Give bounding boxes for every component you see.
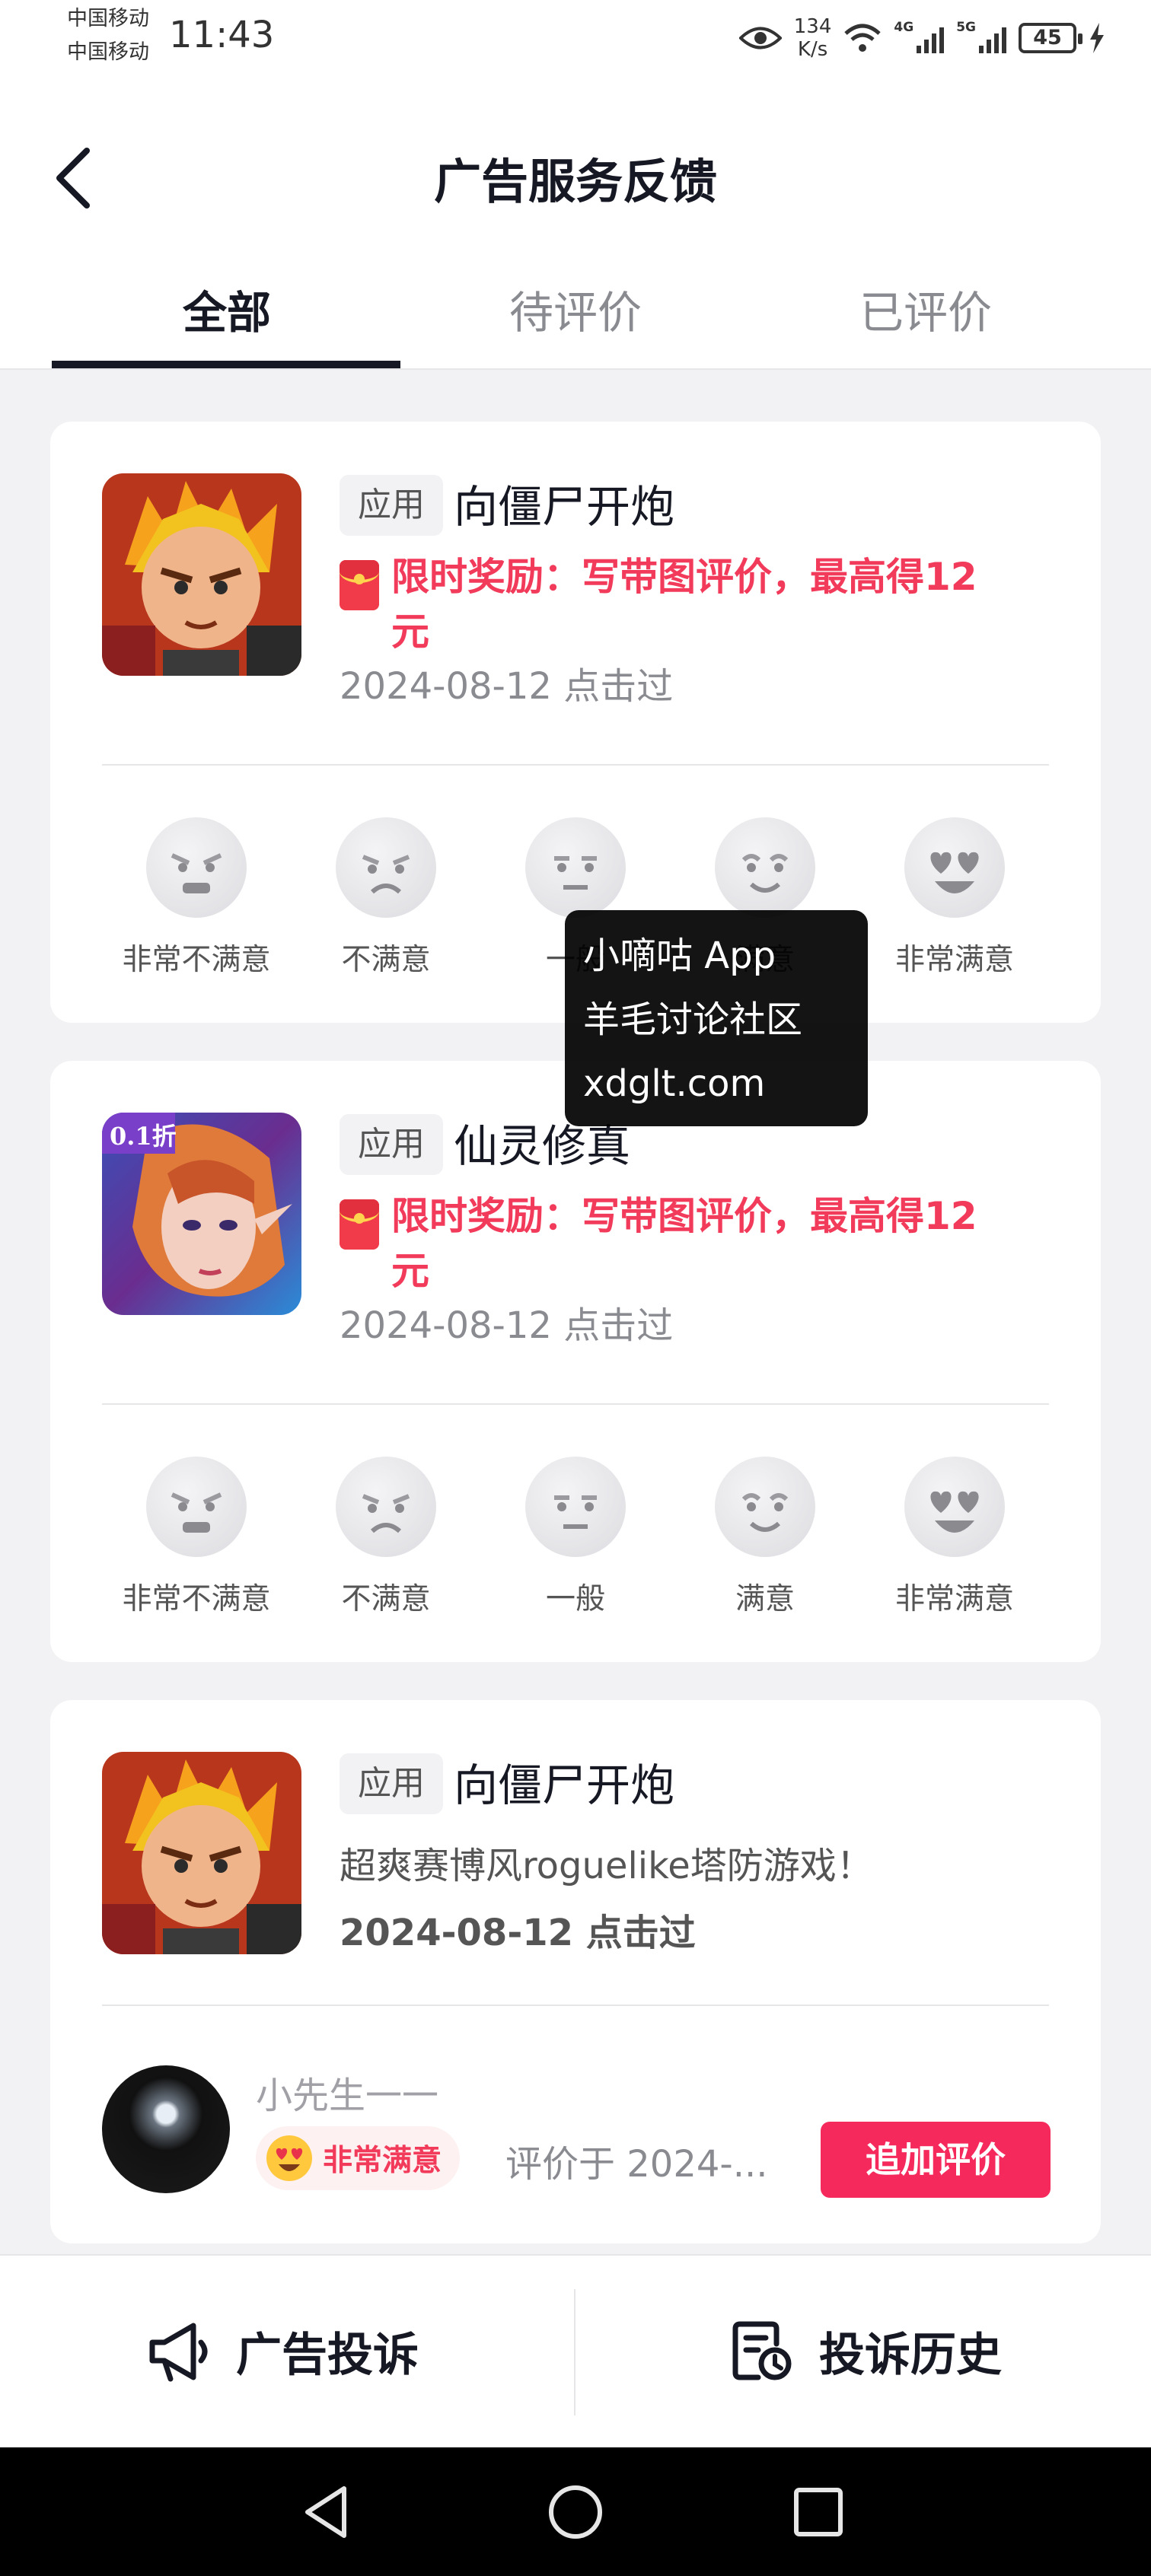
- app-name[interactable]: 向僵尸开炮: [454, 1755, 674, 1816]
- rating-badge: 非常满意: [256, 2126, 461, 2190]
- add-review-button[interactable]: 追加评价: [821, 2122, 1051, 2198]
- reward-banner[interactable]: 限时奖励：写带图评价，最高得12 元: [340, 549, 1055, 659]
- heart-eyes-emoji-icon: [266, 2135, 312, 2181]
- rating-row: 非常不满意 不满意 一般 满意 非常满意: [102, 1457, 1049, 1624]
- eye-icon: [738, 27, 782, 49]
- click-date: 2024-08-12 点击过: [340, 1304, 674, 1347]
- status-bar: 中国移动 中国移动 11:43 134 K/s 4G 5G 45: [0, 0, 1151, 76]
- app-icon-image: [102, 1752, 301, 1954]
- rating-very-satisfied[interactable]: 非常满意: [860, 817, 1049, 979]
- header: 广告服务反馈 全部 待评价 已评价: [0, 76, 1151, 370]
- rating-satisfied[interactable]: 满意: [671, 1457, 859, 1618]
- app-description: 超爽赛博风roguelike塔防游戏！: [340, 1845, 873, 1887]
- clipboard-clock-icon: [732, 2321, 792, 2380]
- app-name[interactable]: 向僵尸开炮: [454, 476, 674, 537]
- circle-home-icon: [549, 2485, 602, 2539]
- avatar[interactable]: [102, 2065, 230, 2193]
- reward-text: 限时奖励：写带图评价，最高得12 元: [391, 1194, 977, 1293]
- megaphone-icon: [149, 2323, 208, 2382]
- complaint-history-button[interactable]: 投诉历史: [728, 2301, 1002, 2400]
- tab-pending[interactable]: 待评价: [400, 259, 751, 341]
- nav-recents-button[interactable]: [784, 2478, 853, 2546]
- net-speed: 134 K/s: [793, 15, 832, 61]
- dissatisfied-face-icon: [336, 1457, 436, 1557]
- red-envelope-icon: [340, 1199, 379, 1250]
- signal-1-type: 4G: [894, 20, 914, 35]
- very-dissatisfied-face-icon: [146, 817, 247, 918]
- category-tag: 应用: [340, 1753, 443, 1814]
- signal-icon: [979, 23, 1006, 53]
- discount-badge: 0.1折: [110, 1122, 177, 1151]
- click-date: 2024-08-12 点击过: [340, 665, 674, 708]
- watermark-label: 小嘀咕 App 羊毛讨论社区 xdglt.com: [565, 910, 868, 1126]
- dissatisfied-face-icon: [336, 817, 436, 918]
- satisfied-face-icon: [715, 817, 815, 918]
- nav-home-button[interactable]: [541, 2478, 610, 2546]
- rating-very-satisfied[interactable]: 非常满意: [860, 1457, 1049, 1618]
- tab-indicator: [52, 361, 400, 368]
- very-dissatisfied-face-icon: [146, 1457, 247, 1557]
- rating-neutral[interactable]: 一般: [481, 1457, 670, 1618]
- reward-banner[interactable]: 限时奖励：写带图评价，最高得12 元: [340, 1189, 1055, 1298]
- wifi-icon: [844, 24, 882, 52]
- reward-text: 限时奖励：写带图评价，最高得12 元: [391, 555, 977, 654]
- rating-dissatisfied[interactable]: 不满意: [292, 817, 480, 979]
- review-time: 评价于 2024-...: [505, 2143, 768, 2186]
- reviewer-name: 小先生一一: [256, 2074, 439, 2117]
- system-nav-bar: [0, 2447, 1151, 2576]
- carrier-label-1: 中国移动: [67, 7, 149, 30]
- app-icon-zombie[interactable]: [102, 473, 301, 676]
- status-time: 11:43: [169, 14, 275, 56]
- battery-icon: 45: [1019, 23, 1082, 53]
- nav-back-button[interactable]: [294, 2478, 362, 2546]
- bottom-action-bar: 广告投诉 投诉历史: [0, 2254, 1151, 2447]
- tab-reviewed[interactable]: 已评价: [751, 259, 1101, 341]
- rating-very-dissatisfied[interactable]: 非常不满意: [102, 817, 291, 979]
- status-icons: 134 K/s 4G 5G 45: [738, 14, 1105, 62]
- rating-dissatisfied[interactable]: 不满意: [292, 1457, 480, 1618]
- app-icon-xianling[interactable]: 0.1折: [102, 1113, 301, 1315]
- rating-very-dissatisfied[interactable]: 非常不满意: [102, 1457, 291, 1618]
- neutral-face-icon: [525, 1457, 626, 1557]
- satisfied-face-icon: [715, 1457, 815, 1557]
- divider: [102, 764, 1049, 766]
- triangle-back-icon: [305, 2486, 346, 2538]
- tab-bar: 全部 待评价 已评价: [0, 259, 1151, 370]
- ad-feedback-card: 应用 向僵尸开炮 超爽赛博风roguelike塔防游戏！ 2024-08-12 …: [50, 1700, 1101, 2243]
- app-icon-image: [102, 473, 301, 676]
- page-title: 广告服务反馈: [433, 154, 717, 209]
- charging-icon: [1090, 23, 1104, 53]
- tab-all[interactable]: 全部: [52, 259, 402, 341]
- category-tag: 应用: [340, 1114, 443, 1175]
- app-icon-zombie[interactable]: [102, 1752, 301, 1954]
- heart-eyes-face-icon: [904, 1457, 1005, 1557]
- ad-complaint-button[interactable]: 广告投诉: [145, 2301, 419, 2400]
- square-recents-icon: [794, 2488, 843, 2536]
- divider: [574, 2289, 576, 2415]
- click-date: 2024-08-12 点击过: [340, 1912, 696, 1954]
- ad-feedback-card: 0.1折 应用 仙灵修真 限时奖励：写带图评价，最高得12 元 2024-08-…: [50, 1061, 1101, 1662]
- neutral-face-icon: [525, 817, 626, 918]
- heart-eyes-face-icon: [904, 817, 1005, 918]
- divider: [102, 1403, 1049, 1405]
- signal-2-type: 5G: [956, 20, 976, 35]
- red-envelope-icon: [340, 560, 379, 610]
- signal-icon: [917, 23, 945, 53]
- carrier-label-2: 中国移动: [67, 40, 149, 64]
- divider: [102, 2004, 1049, 2006]
- category-tag: 应用: [340, 475, 443, 536]
